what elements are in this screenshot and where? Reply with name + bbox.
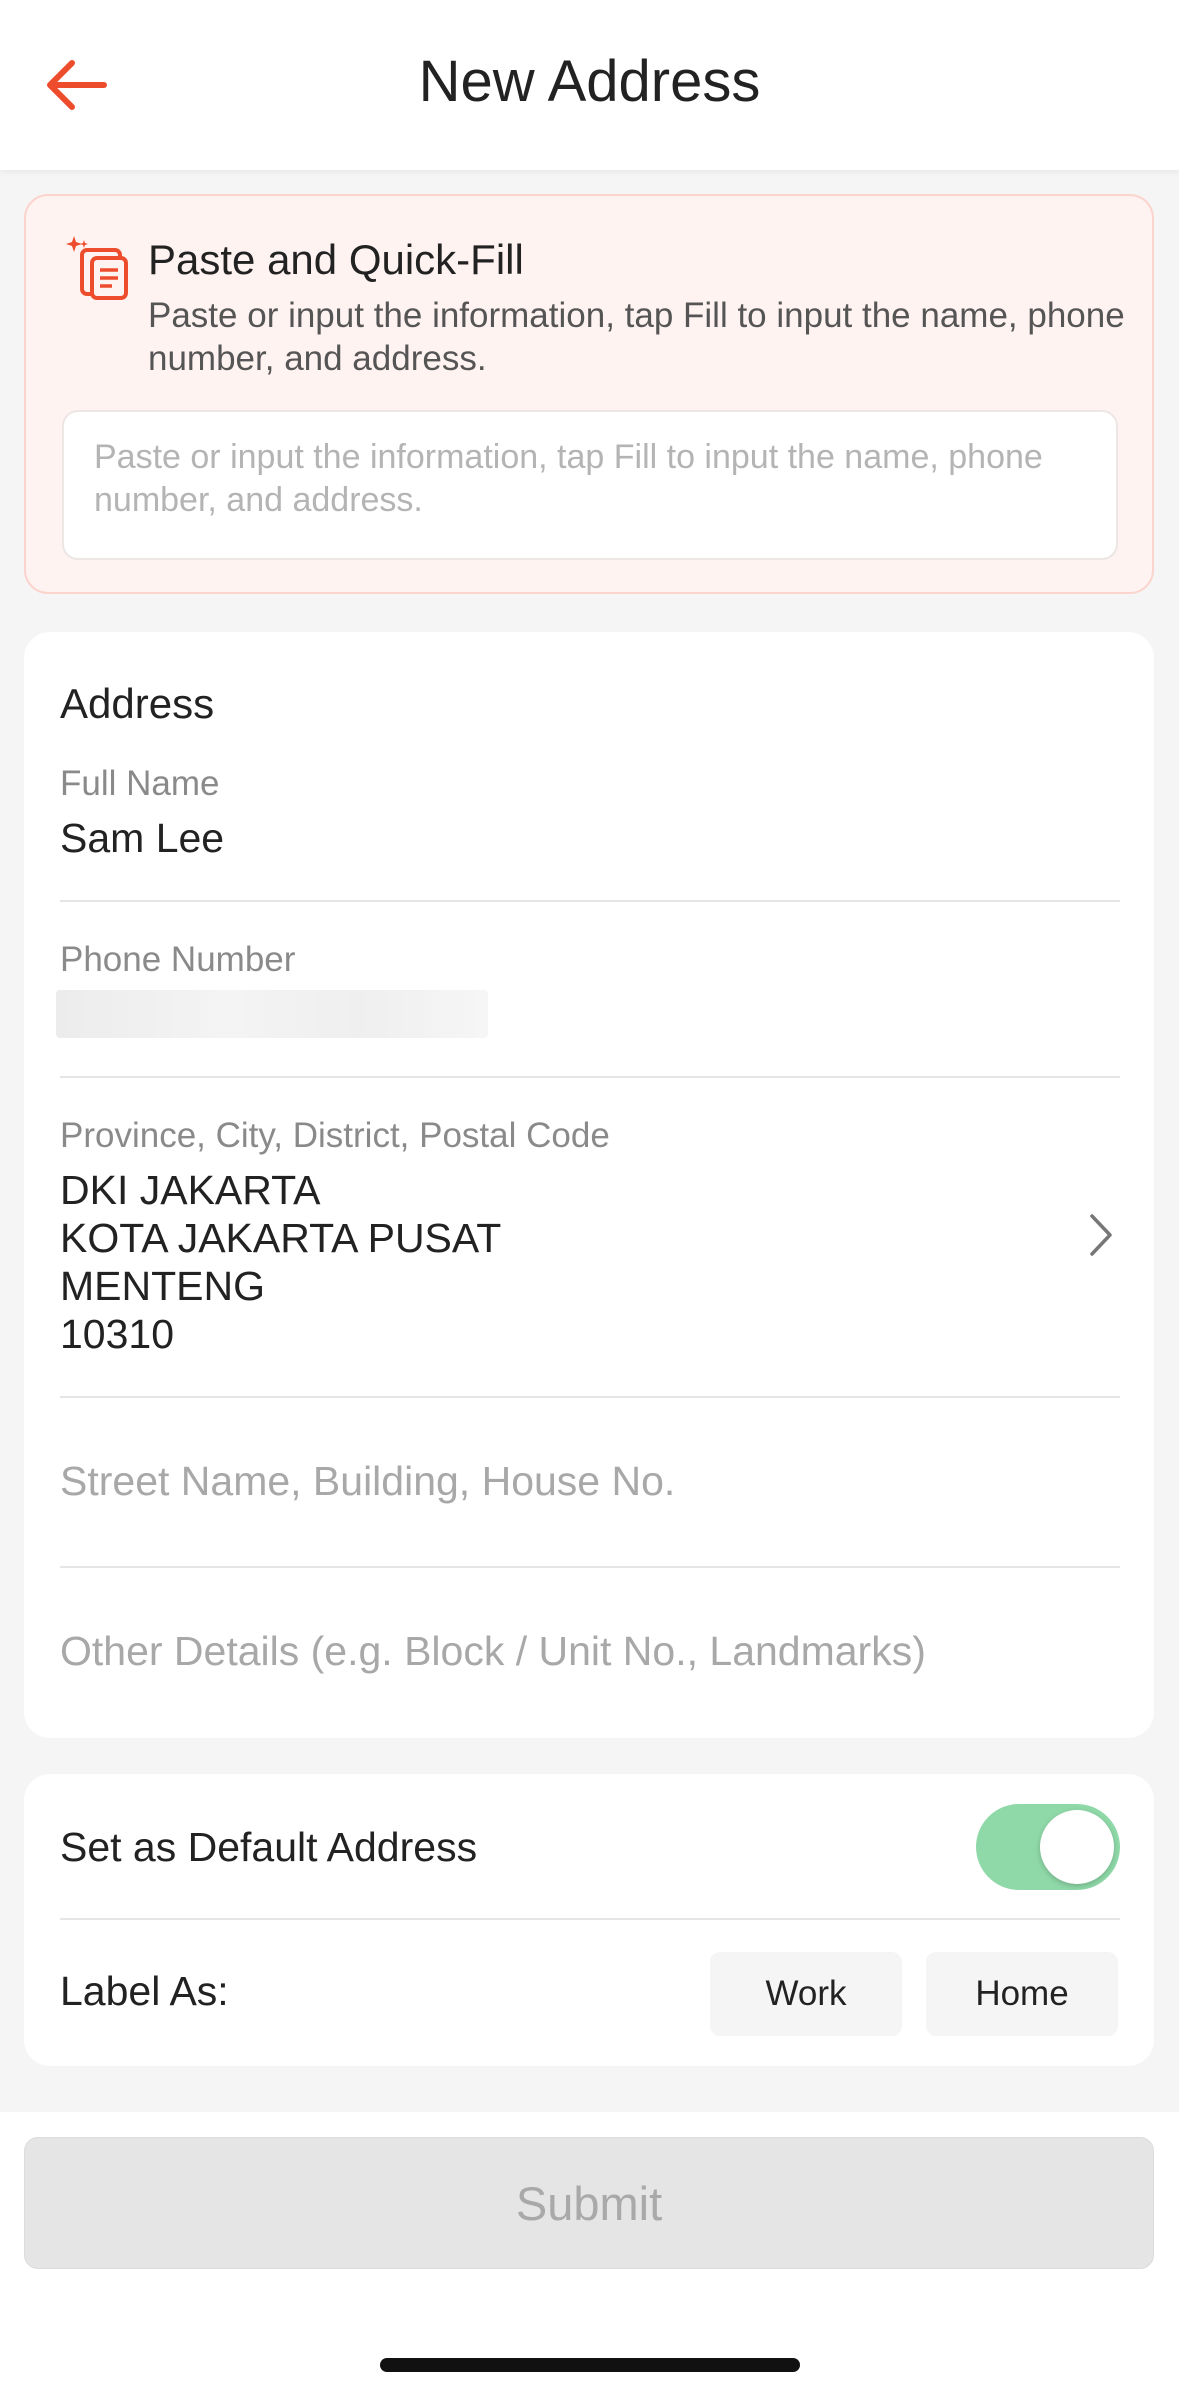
full-name-label: Full Name [60, 764, 220, 803]
toggle-knob [1040, 1810, 1114, 1884]
region-district: MENTENG [60, 1263, 265, 1309]
page-title: New Address [418, 49, 761, 114]
default-address-toggle[interactable] [976, 1804, 1120, 1890]
region-label: Province, City, District, Postal Code [60, 1116, 610, 1155]
divider [60, 1918, 1120, 1920]
quick-fill-card: Paste and Quick-Fill Paste or input the … [24, 194, 1154, 594]
top-bar: New Address [0, 0, 1179, 170]
phone-number-value-redacted [56, 990, 488, 1038]
divider [60, 1566, 1120, 1568]
submit-button[interactable]: Submit [24, 2137, 1154, 2269]
chevron-right-icon[interactable] [1086, 1212, 1116, 1258]
quick-fill-description: Paste or input the information, tap Fill… [148, 296, 1125, 378]
default-settings-card: Set as Default Address Label As: Work Ho… [24, 1774, 1154, 2066]
quick-fill-icon [66, 236, 128, 300]
bottom-bar: Submit [0, 2112, 1179, 2396]
region-province: DKI JAKARTA [60, 1167, 321, 1213]
home-indicator[interactable] [380, 2358, 800, 2372]
divider [60, 1076, 1120, 1078]
full-name-field[interactable]: Full Name Sam Lee [60, 764, 1120, 862]
address-card: Address Full Name Sam Lee Phone Number P… [24, 632, 1154, 1738]
phone-number-label: Phone Number [60, 940, 296, 979]
region-field[interactable]: Province, City, District, Postal Code DK… [60, 1116, 1120, 1358]
divider [60, 900, 1120, 902]
divider [60, 1396, 1120, 1398]
other-details-input[interactable]: Other Details (e.g. Block / Unit No., La… [60, 1628, 1120, 1675]
quick-fill-title: Paste and Quick-Fill [148, 236, 524, 283]
address-section-title: Address [60, 680, 215, 727]
region-postal-code: 10310 [60, 1311, 175, 1357]
street-input[interactable]: Street Name, Building, House No. [60, 1458, 1120, 1505]
quick-fill-input[interactable]: Paste or input the information, tap Fill… [62, 410, 1118, 560]
label-work-button[interactable]: Work [710, 1952, 902, 2036]
label-home-button[interactable]: Home [926, 1952, 1118, 2036]
full-name-value: Sam Lee [60, 815, 225, 861]
default-address-label: Set as Default Address [60, 1824, 478, 1870]
label-as-label: Label As: [60, 1968, 229, 2014]
region-city: KOTA JAKARTA PUSAT [60, 1215, 502, 1261]
phone-number-field[interactable]: Phone Number [60, 940, 1120, 980]
